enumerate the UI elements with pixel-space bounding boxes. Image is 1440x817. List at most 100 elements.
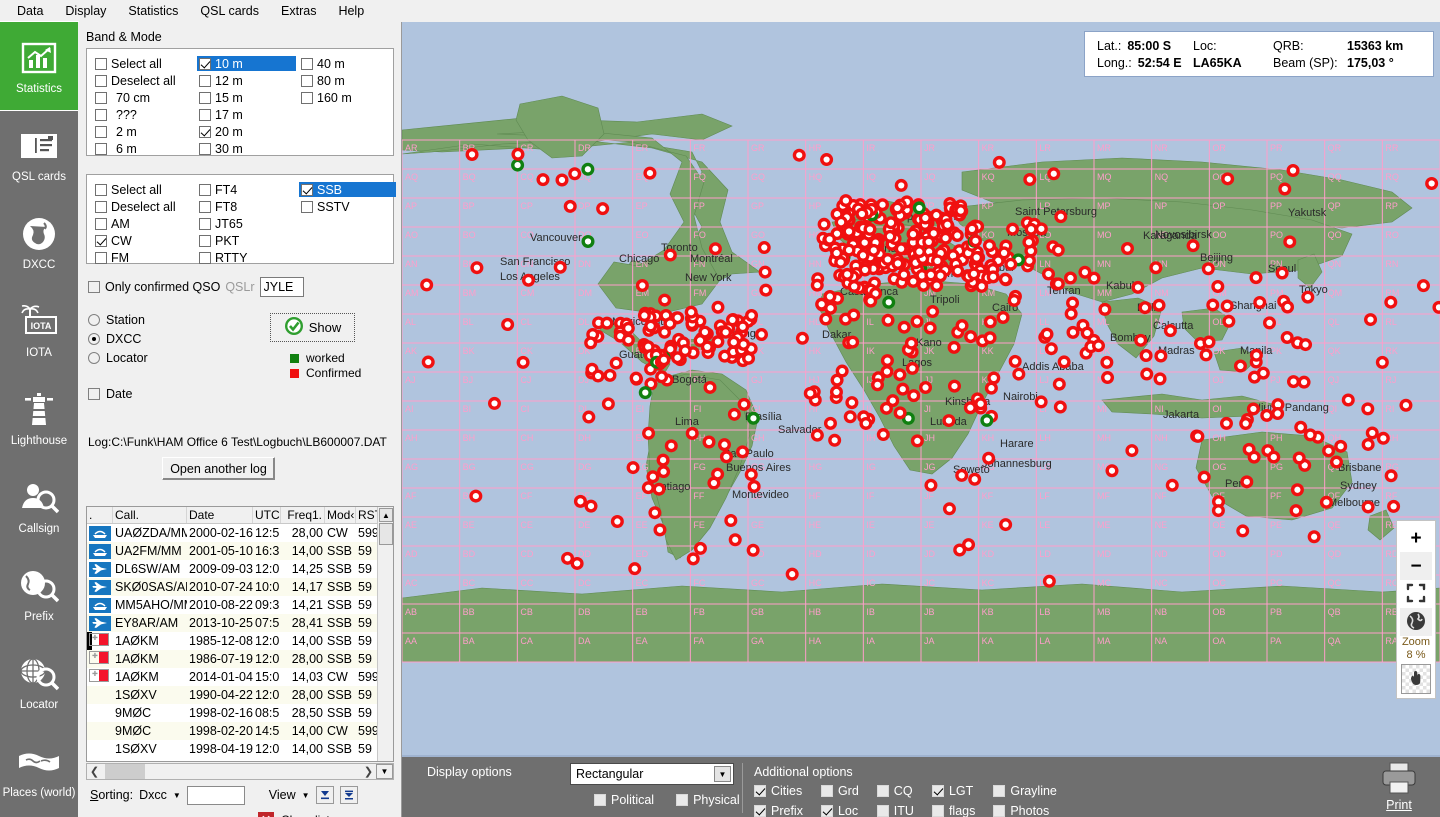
qso-marker-confirmed[interactable] bbox=[724, 514, 738, 528]
radio-locator[interactable]: Locator bbox=[88, 351, 148, 365]
qso-marker-confirmed[interactable] bbox=[1066, 325, 1080, 339]
menu-qsl-cards[interactable]: QSL cards bbox=[189, 1, 270, 21]
qso-marker-confirmed[interactable] bbox=[955, 468, 969, 482]
qso-marker-confirmed[interactable] bbox=[621, 333, 635, 347]
band-17m[interactable]: 17 m bbox=[199, 107, 296, 122]
qso-marker-confirmed[interactable] bbox=[421, 355, 435, 369]
qso-marker-confirmed[interactable] bbox=[511, 147, 525, 161]
qso-marker-confirmed[interactable] bbox=[1361, 402, 1375, 416]
checkbox[interactable] bbox=[876, 785, 889, 797]
qso-marker-confirmed[interactable] bbox=[628, 562, 642, 576]
qso-marker-confirmed[interactable] bbox=[1236, 524, 1250, 538]
band-40m[interactable]: 40 m bbox=[301, 56, 352, 71]
qso-marker-confirmed[interactable] bbox=[1260, 408, 1274, 422]
qso-marker-confirmed[interactable] bbox=[737, 397, 751, 411]
qso-marker-confirmed[interactable] bbox=[905, 361, 919, 375]
qso-marker-confirmed[interactable] bbox=[923, 321, 937, 335]
column-header-mode[interactable]: Mod‹ bbox=[325, 507, 356, 523]
table-row[interactable]: ✚ 1AØKM 1986-07-19 12:0 28,00 SSB 59 bbox=[87, 650, 393, 668]
loc-checkbox-row[interactable]: Loc bbox=[820, 804, 859, 817]
qso-marker-confirmed[interactable] bbox=[893, 368, 907, 382]
qso-marker-confirmed[interactable] bbox=[1233, 359, 1247, 373]
qso-marker-confirmed[interactable] bbox=[984, 381, 998, 395]
band-6m[interactable]: 6 m bbox=[95, 141, 176, 156]
qso-marker-confirmed[interactable] bbox=[955, 319, 969, 333]
qso-marker-confirmed[interactable] bbox=[719, 450, 733, 464]
band-70cm[interactable]: 70 cm bbox=[95, 90, 176, 105]
qso-marker-confirmed[interactable] bbox=[843, 410, 857, 424]
qso-marker-confirmed[interactable] bbox=[553, 260, 567, 274]
date-checkbox[interactable] bbox=[88, 388, 100, 400]
table-row[interactable]: MM5AHO/MM 2010-08-22 09:3 14,21 SSB 59 bbox=[87, 596, 393, 614]
qso-marker-confirmed[interactable] bbox=[1186, 239, 1200, 253]
qso-marker-confirmed[interactable] bbox=[702, 435, 716, 449]
sort-filter-input[interactable] bbox=[186, 785, 245, 805]
qso-marker-confirmed[interactable] bbox=[655, 370, 669, 384]
qso-marker-confirmed[interactable] bbox=[707, 476, 721, 490]
qso-marker-confirmed[interactable] bbox=[823, 290, 837, 304]
qso-marker-confirmed[interactable] bbox=[1283, 235, 1297, 249]
qso-marker-confirmed[interactable] bbox=[663, 317, 677, 331]
qso-marker-confirmed[interactable] bbox=[997, 246, 1011, 260]
checkbox[interactable] bbox=[754, 785, 766, 797]
qso-marker-confirmed[interactable] bbox=[1044, 342, 1058, 356]
qso-marker-confirmed[interactable] bbox=[906, 227, 920, 241]
checkbox[interactable] bbox=[199, 183, 211, 196]
qso-marker-confirmed[interactable] bbox=[810, 278, 824, 292]
qso-marker-confirmed[interactable] bbox=[1222, 314, 1236, 328]
qso-marker-confirmed[interactable] bbox=[894, 242, 908, 256]
band-10m[interactable]: 10 m bbox=[197, 56, 296, 71]
table-row[interactable]: ✚ 1AØKM 2014-01-04 15:0 14,03 CW 599 bbox=[87, 668, 393, 686]
qso-marker-confirmed[interactable] bbox=[1139, 349, 1153, 363]
qso-marker-confirmed[interactable] bbox=[1034, 395, 1048, 409]
checkbox[interactable] bbox=[95, 74, 107, 87]
qso-marker-confirmed[interactable] bbox=[678, 344, 692, 358]
checkbox[interactable] bbox=[95, 234, 107, 247]
sidebar-item-locator[interactable]: Locator bbox=[0, 638, 78, 726]
view-label[interactable]: View bbox=[269, 788, 296, 802]
qso-marker-worked[interactable] bbox=[912, 201, 926, 215]
qso-marker-confirmed[interactable] bbox=[626, 461, 640, 475]
qso-marker-confirmed[interactable] bbox=[609, 356, 623, 370]
qso-marker-confirmed[interactable] bbox=[754, 328, 768, 342]
checkbox[interactable] bbox=[301, 57, 313, 70]
checkbox[interactable] bbox=[820, 785, 833, 797]
qso-marker-confirmed[interactable] bbox=[1239, 417, 1253, 431]
qso-marker-confirmed[interactable] bbox=[896, 382, 910, 396]
qso-marker-confirmed[interactable] bbox=[863, 222, 877, 236]
column-header-utc[interactable]: UTC bbox=[253, 507, 281, 523]
qso-marker-confirmed[interactable] bbox=[596, 202, 610, 216]
menu-extras[interactable]: Extras bbox=[270, 1, 327, 21]
mode-cw[interactable]: CW bbox=[95, 233, 176, 248]
qso-marker-confirmed[interactable] bbox=[1384, 469, 1398, 483]
qso-marker-confirmed[interactable] bbox=[939, 231, 953, 245]
globe-view-button[interactable] bbox=[1400, 608, 1432, 636]
qso-marker-confirmed[interactable] bbox=[883, 229, 897, 243]
qso-marker-confirmed[interactable] bbox=[1211, 504, 1225, 518]
checkbox[interactable] bbox=[993, 805, 1006, 817]
qso-marker-confirmed[interactable] bbox=[942, 414, 956, 428]
qso-marker-confirmed[interactable] bbox=[1052, 377, 1066, 391]
qso-marker-confirmed[interactable] bbox=[582, 410, 596, 424]
qso-marker-confirmed[interactable] bbox=[711, 300, 725, 314]
zoom-out-button[interactable]: − bbox=[1400, 552, 1432, 580]
qso-marker-confirmed[interactable] bbox=[1134, 333, 1148, 347]
qso-marker-worked[interactable] bbox=[882, 295, 896, 309]
band-deselect-all[interactable]: Deselect all bbox=[95, 73, 176, 88]
band-12m[interactable]: 12 m bbox=[199, 73, 296, 88]
qso-marker-confirmed[interactable] bbox=[658, 293, 672, 307]
qso-marker-confirmed[interactable] bbox=[1064, 307, 1078, 321]
qso-marker-confirmed[interactable] bbox=[828, 433, 842, 447]
qso-marker-confirmed[interactable] bbox=[1376, 431, 1390, 445]
qso-marker-confirmed[interactable] bbox=[686, 552, 700, 566]
projection-dropdown[interactable]: Rectangular ▼ bbox=[570, 763, 734, 785]
physical-checkbox-row[interactable]: Physical bbox=[676, 793, 740, 807]
table-row[interactable]: 1SØXV 1998-04-19 12:0 14,00 SSB 59 bbox=[87, 740, 393, 758]
qso-marker-confirmed[interactable] bbox=[1152, 298, 1166, 312]
qso-marker-confirmed[interactable] bbox=[1197, 470, 1211, 484]
qso-marker-confirmed[interactable] bbox=[1051, 277, 1065, 291]
qso-marker-confirmed[interactable] bbox=[1299, 338, 1313, 352]
open-another-log-button[interactable]: Open another log bbox=[162, 457, 275, 480]
qso-marker-confirmed[interactable] bbox=[893, 406, 907, 420]
qso-marker-confirmed[interactable] bbox=[881, 313, 895, 327]
